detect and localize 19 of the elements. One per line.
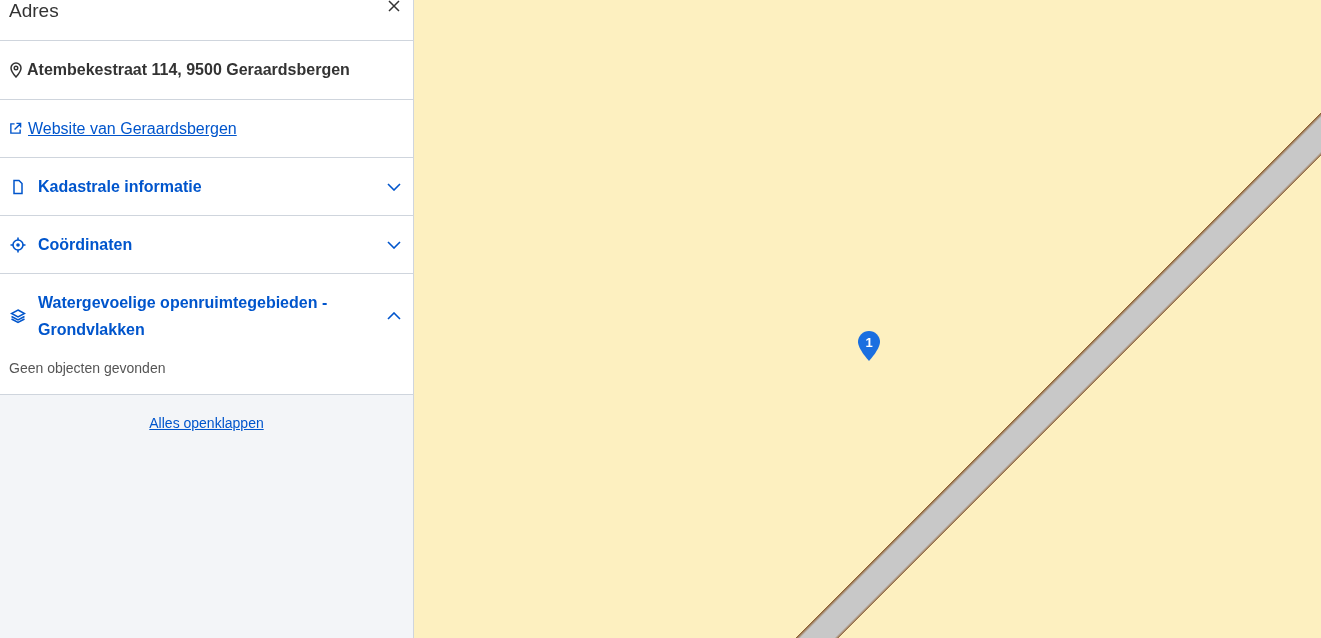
accordion-header[interactable]: Watergevoelige openruimtegebieden - Grondvlakken xyxy=(0,274,413,358)
chevron-up-icon xyxy=(387,312,401,320)
expand-all-link[interactable]: Alles openklappen xyxy=(149,415,264,431)
target-icon xyxy=(10,236,26,253)
map-pin[interactable]: 1 xyxy=(857,330,881,362)
accordion-header[interactable]: Kadastrale informatie xyxy=(0,158,413,215)
external-link-icon xyxy=(9,122,22,135)
document-icon xyxy=(10,178,26,195)
accordion-header[interactable]: Coördinaten xyxy=(0,216,413,273)
close-button[interactable] xyxy=(388,0,400,12)
website-link[interactable]: Website van Geraardsbergen xyxy=(28,119,237,138)
layers-icon xyxy=(10,308,26,324)
empty-message: Geen objecten gevonden xyxy=(8,359,167,378)
address-text: Atembekestraat 114, 9500 Geraardsbergen xyxy=(27,61,350,79)
map-background[interactable]: 1 xyxy=(414,0,1321,638)
panel-title: Adres xyxy=(9,0,59,22)
location-pin-icon xyxy=(9,62,23,78)
chevron-down-icon xyxy=(387,182,401,191)
chevron-down-icon xyxy=(387,240,401,249)
